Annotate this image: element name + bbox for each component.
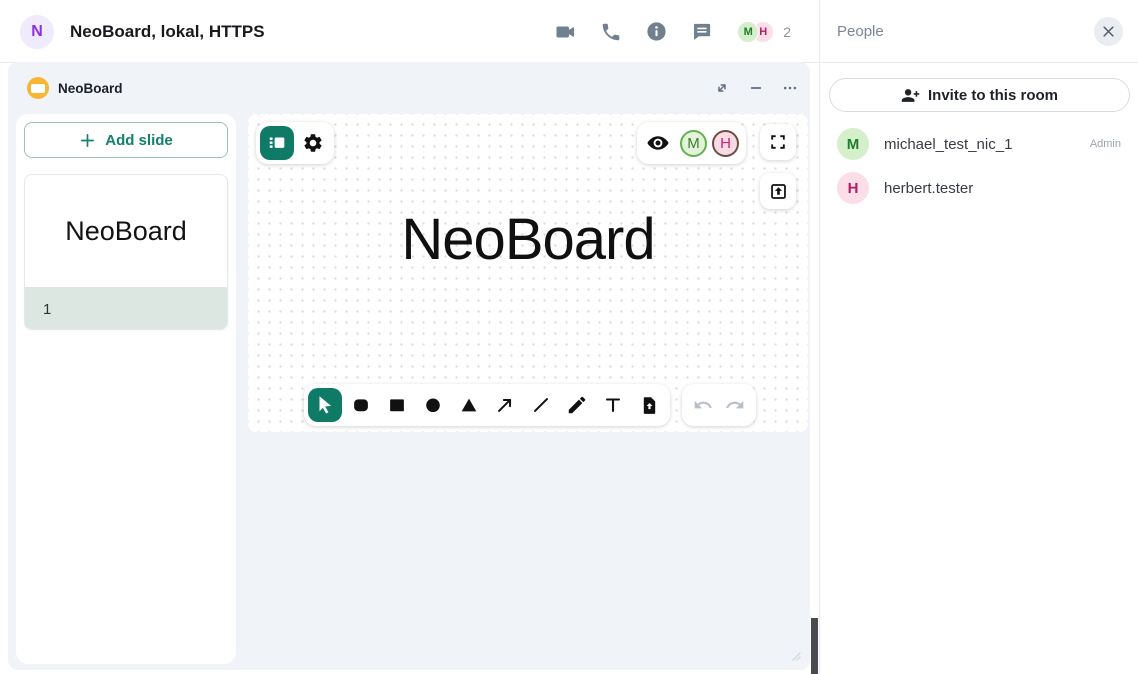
- invite-label: Invite to this room: [928, 87, 1058, 104]
- timeline-scrollbar[interactable]: [811, 618, 818, 674]
- pen-icon: [566, 394, 588, 416]
- threads-button[interactable]: [688, 19, 714, 45]
- voice-call-button[interactable]: [598, 19, 624, 45]
- tool-rectangle-button[interactable]: [380, 388, 414, 422]
- video-camera-icon: [554, 20, 578, 44]
- room-avatar[interactable]: N: [20, 15, 54, 49]
- slide-overview-icon: [266, 132, 288, 154]
- people-panel: People Invite to this room M michael_tes…: [819, 0, 1138, 674]
- circle-icon: [422, 394, 444, 416]
- member-avatar-h: H: [837, 172, 869, 204]
- fullscreen-button[interactable]: [760, 124, 796, 160]
- tool-ellipse-button[interactable]: [416, 388, 450, 422]
- slide-panel: Add slide NeoBoard 1: [16, 114, 236, 664]
- upload-box-icon: [768, 181, 789, 202]
- ellipsis-icon: [781, 79, 799, 97]
- room-header-actions: M H 2: [553, 0, 791, 63]
- tool-image-upload-button[interactable]: [632, 388, 666, 422]
- undo-redo-controls: [682, 384, 756, 426]
- redo-icon: [725, 395, 745, 415]
- room-title: NeoBoard, lokal, HTTPS: [70, 0, 265, 63]
- board-title-text[interactable]: NeoBoard: [401, 206, 654, 273]
- info-icon: [645, 20, 668, 43]
- chat-bubble-icon: [690, 20, 713, 43]
- cursor-icon: [314, 394, 336, 416]
- widget-title: NeoBoard: [58, 62, 123, 114]
- member-role-badge: Admin: [1090, 138, 1121, 150]
- widget-header: NeoBoard: [8, 62, 810, 114]
- slide-number: 1: [25, 287, 227, 330]
- rectangle-icon: [386, 394, 408, 416]
- eye-icon: [646, 131, 670, 155]
- invite-button[interactable]: Invite to this room: [829, 78, 1130, 112]
- close-icon: [1101, 24, 1116, 39]
- phone-icon: [600, 21, 622, 43]
- plus-icon: [79, 132, 96, 149]
- export-button[interactable]: [760, 173, 796, 209]
- settings-button[interactable]: [296, 126, 330, 160]
- collaborator-avatar-m[interactable]: M: [680, 130, 707, 157]
- collaborator-avatar-h[interactable]: H: [712, 130, 739, 157]
- canvas-top-left-controls: [256, 122, 334, 164]
- triangle-icon: [458, 394, 480, 416]
- widget-header-actions: [710, 62, 802, 114]
- member-row-herbert[interactable]: H herbert.tester: [820, 166, 1138, 210]
- whiteboard-canvas[interactable]: NeoBoard M H: [248, 114, 808, 432]
- widget-maximize-button[interactable]: [710, 76, 734, 100]
- arrow-icon: [494, 394, 516, 416]
- video-call-button[interactable]: [553, 19, 579, 45]
- drawing-toolbar: [304, 384, 670, 426]
- undo-button[interactable]: [688, 388, 718, 422]
- add-slide-button[interactable]: Add slide: [24, 122, 228, 158]
- tool-pen-button[interactable]: [560, 388, 594, 422]
- close-people-button[interactable]: [1094, 17, 1123, 46]
- room-info-button[interactable]: [643, 19, 669, 45]
- member-list: M michael_test_nic_1 Admin H herbert.tes…: [820, 122, 1138, 210]
- people-panel-title: People: [837, 0, 884, 63]
- tool-line-button[interactable]: [524, 388, 558, 422]
- widget-icon: [27, 77, 49, 99]
- tool-text-button[interactable]: [596, 388, 630, 422]
- member-count: 2: [783, 24, 791, 40]
- member-name: herbert.tester: [884, 180, 973, 197]
- facepile-avatar-m: M: [737, 21, 759, 43]
- canvas-presence-controls: M H: [637, 122, 746, 164]
- member-row-michael[interactable]: M michael_test_nic_1 Admin: [820, 122, 1138, 166]
- member-name: michael_test_nic_1: [884, 136, 1012, 153]
- tool-select-button[interactable]: [308, 388, 342, 422]
- minus-icon: [747, 79, 765, 97]
- member-avatar-m: M: [837, 128, 869, 160]
- slide-thumbnail[interactable]: NeoBoard 1: [24, 174, 228, 330]
- person-add-icon: [901, 86, 920, 105]
- neoboard-widget: NeoBoard Add slide NeoBoard 1: [8, 62, 810, 670]
- slide-overview-toggle-button[interactable]: [260, 126, 294, 160]
- room-header: N NeoBoard, lokal, HTTPS M H 2: [0, 0, 819, 63]
- widget-minimize-button[interactable]: [744, 76, 768, 100]
- tool-arrow-button[interactable]: [488, 388, 522, 422]
- add-slide-label: Add slide: [105, 132, 173, 149]
- fullscreen-icon: [768, 132, 788, 152]
- redo-button[interactable]: [720, 388, 750, 422]
- facepile[interactable]: M H 2: [737, 21, 791, 43]
- slide-preview-text: NeoBoard: [25, 175, 227, 287]
- app-window: N NeoBoard, lokal, HTTPS M H 2: [0, 0, 1138, 674]
- present-button[interactable]: [641, 126, 675, 160]
- expand-diagonal-icon: [713, 79, 731, 97]
- widget-menu-button[interactable]: [778, 76, 802, 100]
- rounded-rectangle-icon: [350, 394, 372, 416]
- widget-resize-handle[interactable]: [789, 649, 801, 661]
- room-avatar-letter: N: [31, 23, 43, 41]
- line-icon: [530, 394, 552, 416]
- undo-icon: [693, 395, 713, 415]
- tool-triangle-button[interactable]: [452, 388, 486, 422]
- file-upload-icon: [639, 395, 660, 416]
- tool-rounded-rectangle-button[interactable]: [344, 388, 378, 422]
- people-panel-header: People: [820, 0, 1138, 63]
- gear-icon: [302, 132, 324, 154]
- text-icon: [602, 394, 624, 416]
